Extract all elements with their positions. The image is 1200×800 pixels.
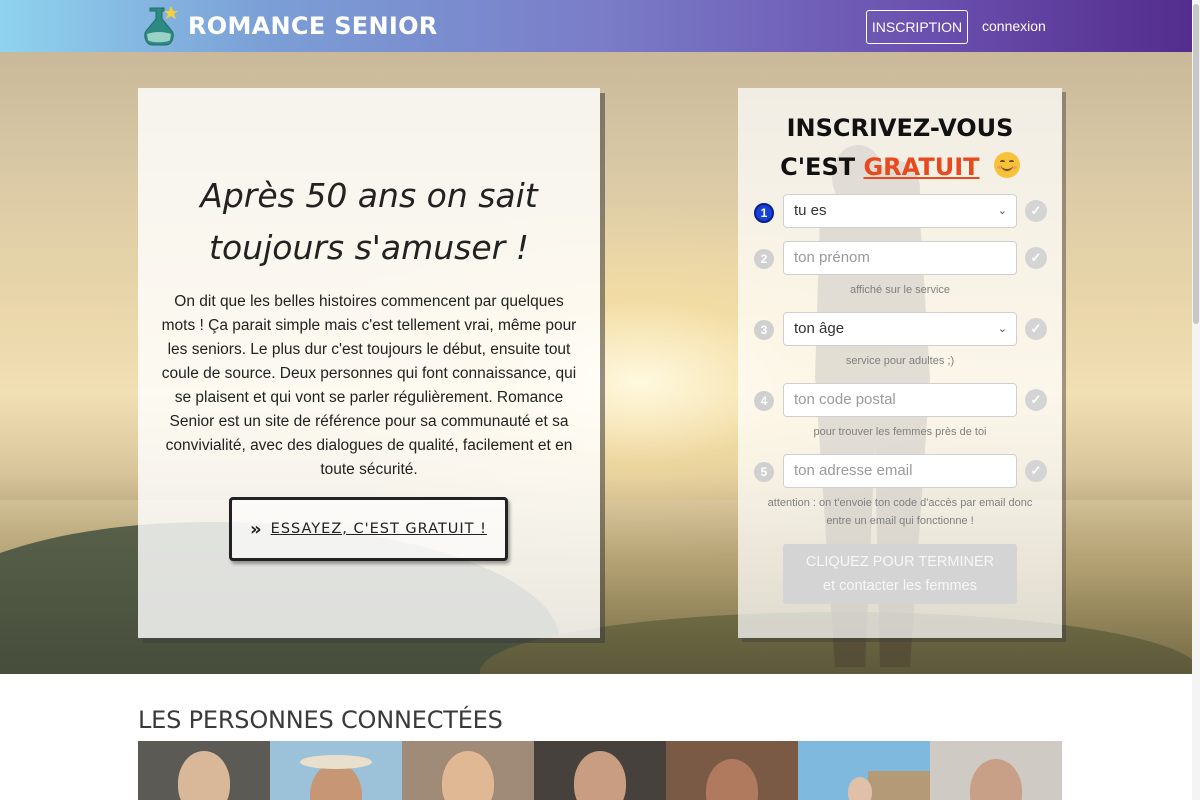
- profile-photo[interactable]: [138, 741, 270, 800]
- top-navbar: ROMANCE SENIOR INSCRIPTION connexion: [0, 0, 1200, 52]
- profile-photo[interactable]: [798, 741, 930, 800]
- check-icon-3: ✓: [1025, 318, 1047, 340]
- hero-description: On dit que les belles histoires commence…: [161, 293, 577, 478]
- check-icon-4: ✓: [1025, 389, 1047, 411]
- step-number-5: 5: [754, 462, 774, 482]
- connected-section-title: LES PERSONNES CONNECTÉES: [138, 706, 503, 734]
- hero-section: Après 50 ans on sait toujours s'amuser !…: [0, 52, 1192, 674]
- profile-photo[interactable]: [534, 741, 666, 800]
- inscription-button[interactable]: INSCRIPTION: [866, 10, 968, 44]
- email-hint-line1: attention : on t'envoie ton code d'accès…: [767, 497, 1033, 509]
- hero-title-line2: toujours s'amuser !: [209, 228, 529, 267]
- chevron-down-icon: ⌄: [997, 323, 1007, 335]
- hero-title: Après 50 ans on sait toujours s'amuser !: [138, 170, 600, 274]
- profile-photo[interactable]: [402, 741, 534, 800]
- age-hint: service pour adultes ;): [845, 355, 955, 367]
- try-free-label: ESSAYEZ, C'EST GRATUIT !: [270, 521, 487, 537]
- profile-photo[interactable]: [666, 741, 798, 800]
- form-title-prefix: C'EST: [780, 153, 856, 181]
- step-number-2: 2: [754, 249, 774, 269]
- postal-code-hint: pour trouver les femmes près de toi: [813, 426, 987, 438]
- connexion-link[interactable]: connexion: [982, 18, 1046, 34]
- intro-card: Après 50 ans on sait toujours s'amuser !…: [138, 88, 600, 638]
- check-icon-1: ✓: [1025, 200, 1047, 222]
- gender-select[interactable]: tu es ⌄: [783, 194, 1017, 228]
- step-number-1: 1: [754, 203, 774, 223]
- firstname-input[interactable]: ton prénom: [783, 241, 1017, 275]
- hero-title-line1: Après 50 ans on sait: [200, 176, 538, 215]
- check-icon-5: ✓: [1025, 460, 1047, 482]
- age-select-value: ton âge: [794, 320, 845, 337]
- form-title: INSCRIVEZ-VOUS: [786, 114, 1014, 142]
- try-free-button[interactable]: » ESSAYEZ, C'EST GRATUIT !: [229, 497, 508, 561]
- profile-photo[interactable]: [930, 741, 1062, 800]
- chevron-down-icon: ⌄: [997, 205, 1007, 217]
- email-input[interactable]: ton adresse email: [783, 454, 1017, 488]
- scrollbar-thumb[interactable]: [1193, 4, 1199, 324]
- form-subtitle: C'EST GRATUIT: [738, 152, 1062, 181]
- email-hint-line2: entre un email qui fonctionne !: [826, 515, 974, 527]
- page-scrollbar[interactable]: [1192, 0, 1200, 800]
- double-chevron-right-icon: »: [250, 518, 263, 540]
- connected-profiles: [138, 741, 1062, 800]
- step-number-3: 3: [754, 320, 774, 340]
- gender-select-value: tu es: [794, 202, 827, 219]
- postal-code-input[interactable]: ton code postal: [783, 383, 1017, 417]
- check-icon-2: ✓: [1025, 247, 1047, 269]
- age-select[interactable]: ton âge ⌄: [783, 312, 1017, 346]
- submit-button[interactable]: CLIQUEZ POUR TERMINER et contacter les f…: [783, 544, 1017, 604]
- signup-form: INSCRIVEZ-VOUS C'EST GRATUIT 1 tu es ⌄ ✓…: [738, 88, 1062, 638]
- step-number-4: 4: [754, 391, 774, 411]
- brand-title[interactable]: ROMANCE SENIOR: [188, 12, 438, 40]
- smiling-face-icon: [993, 152, 1020, 178]
- submit-label-line2: et contacter les femmes: [823, 578, 977, 594]
- gratuit-highlight: GRATUIT: [863, 153, 980, 181]
- profile-photo[interactable]: [270, 741, 402, 800]
- email-hint: attention : on t'envoie ton code d'accès…: [752, 494, 1048, 530]
- firstname-hint: affiché sur le service: [849, 284, 951, 296]
- potion-bottle-star-icon[interactable]: [138, 4, 180, 48]
- submit-label-line1: CLIQUEZ POUR TERMINER: [805, 554, 995, 570]
